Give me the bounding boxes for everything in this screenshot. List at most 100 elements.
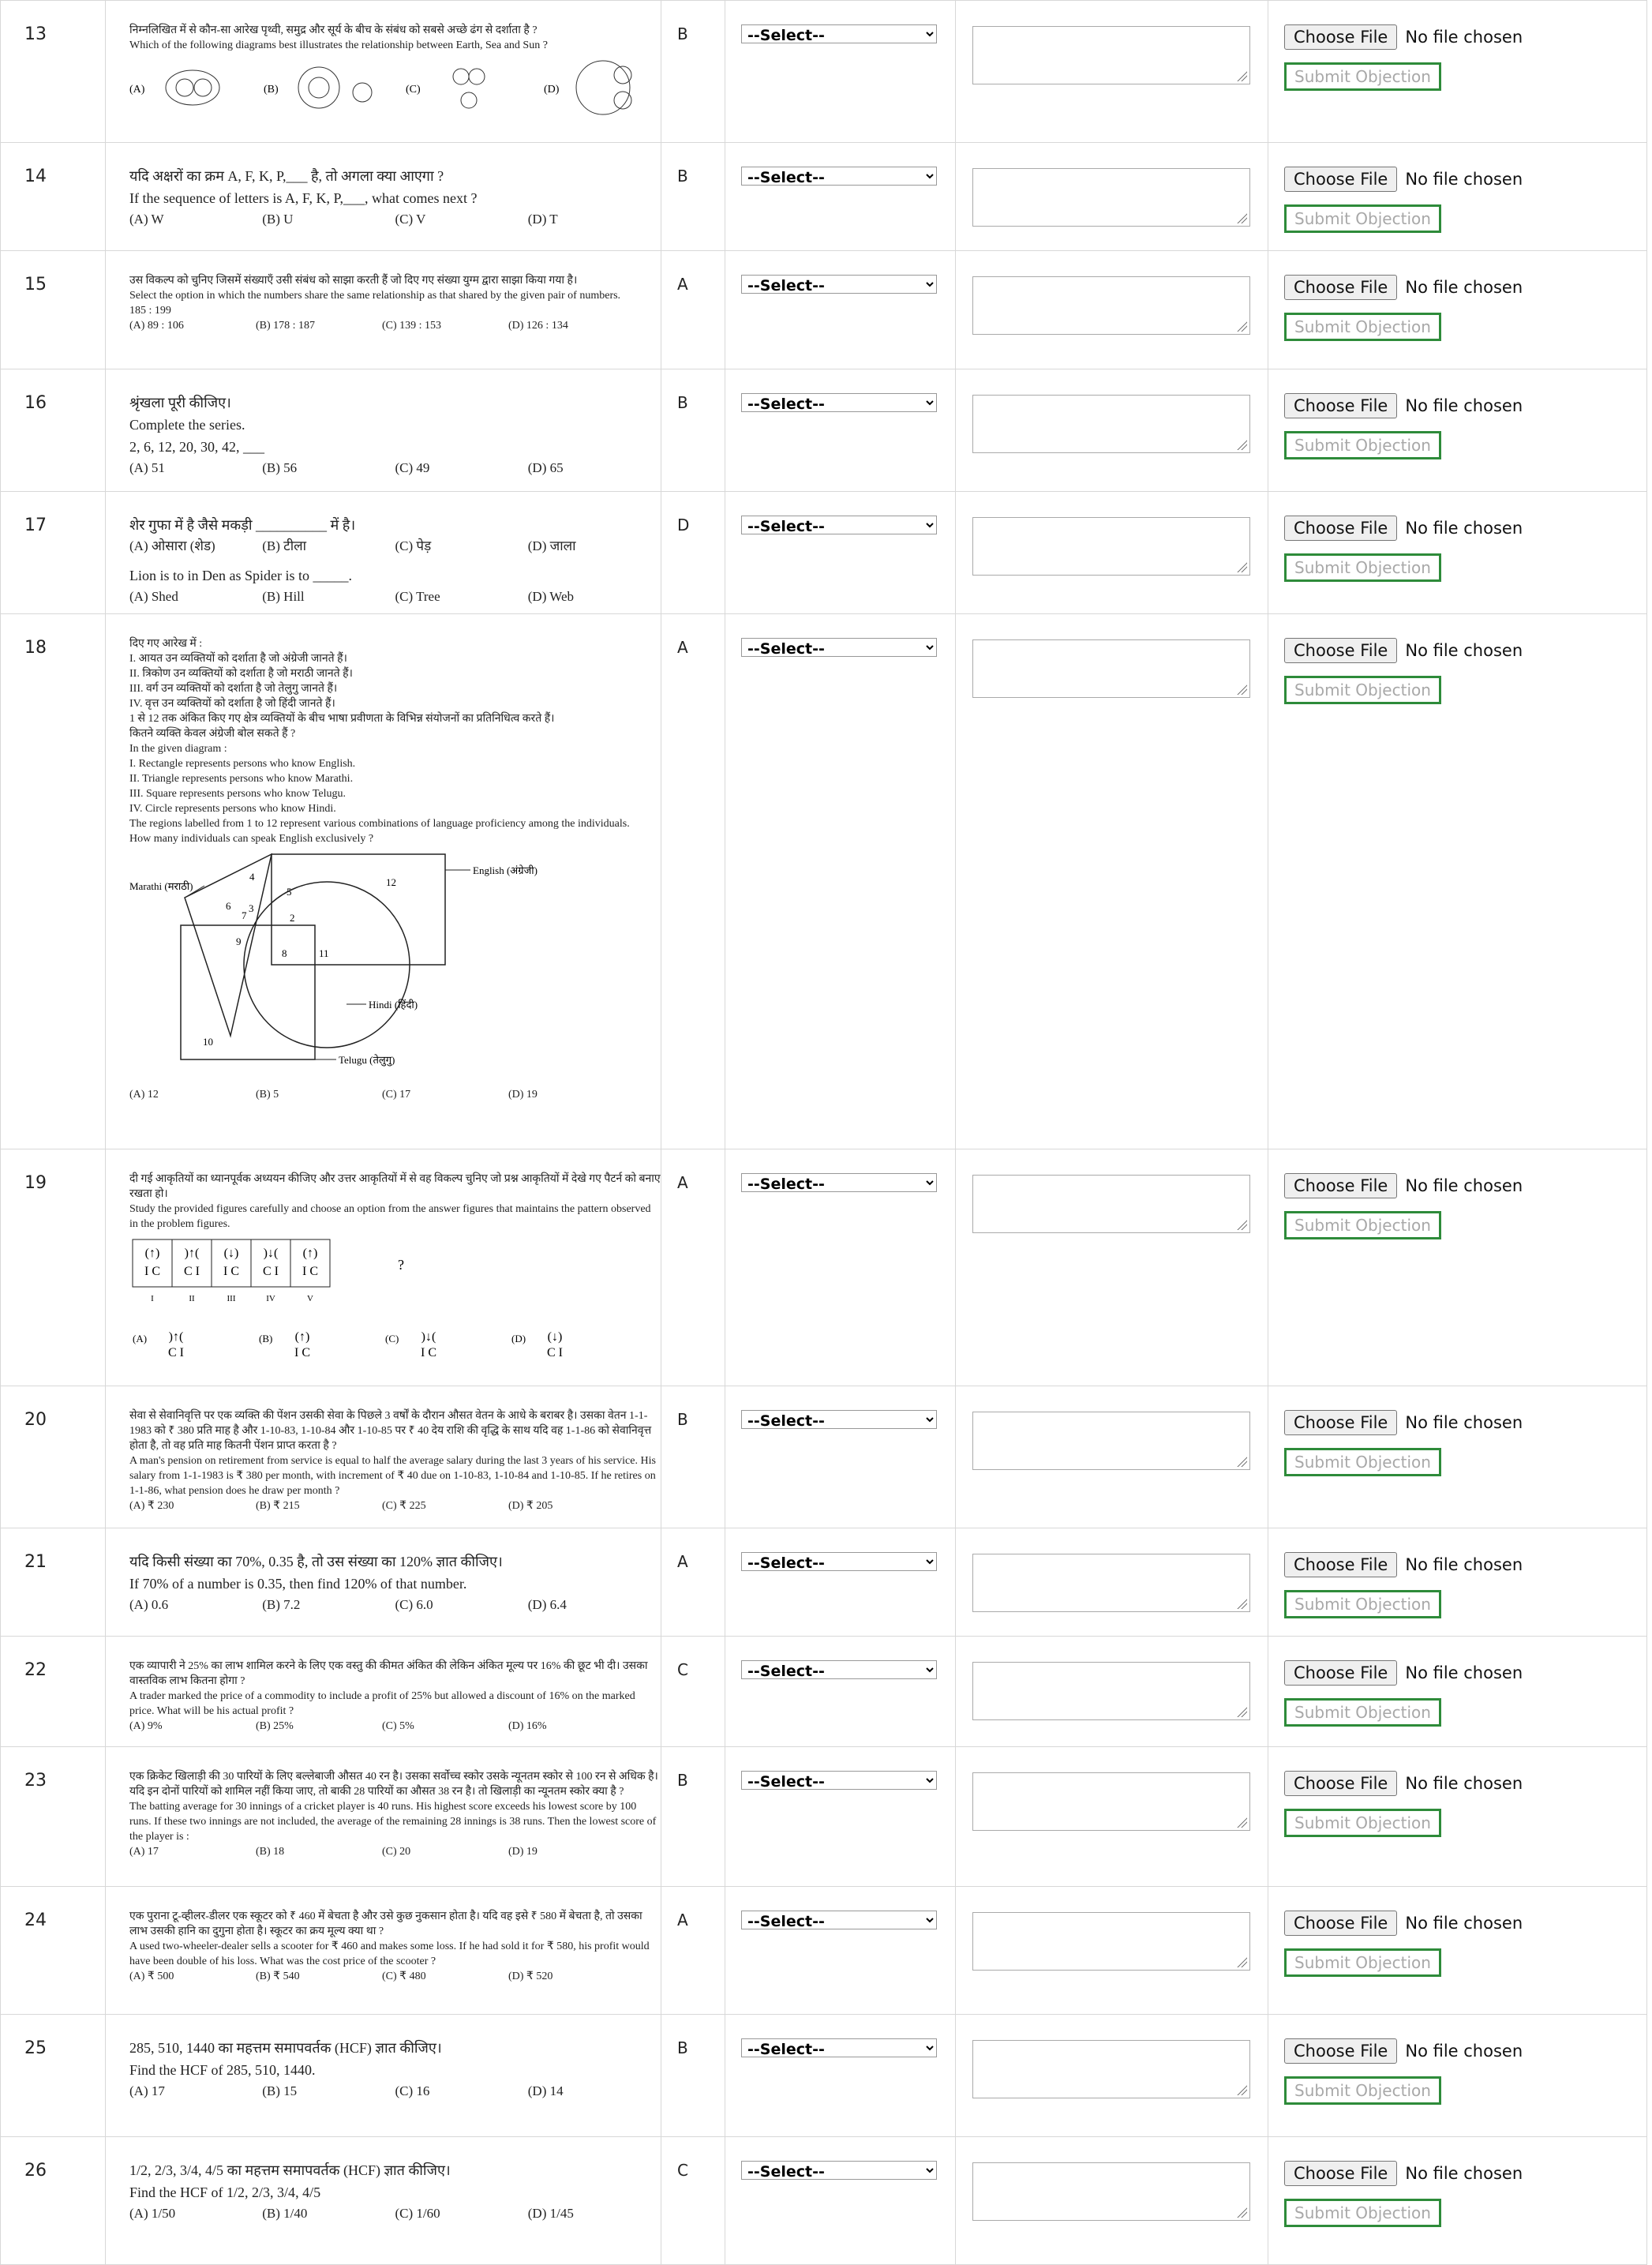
region-label: 8 [282,947,287,959]
option-1: (B) 15 [262,2083,298,2098]
answer-key: A [677,1552,688,1571]
question-english: Find the HCF of 285, 510, 1440. [129,2062,316,2078]
resize-handle-icon[interactable] [1236,321,1247,332]
answer-select-cell: --Select-- [725,1386,956,1528]
remarks-textarea[interactable] [972,2040,1250,2098]
option-3: (D) 14 [527,2083,564,2098]
resize-handle-icon[interactable] [1236,1817,1247,1828]
resize-handle-icon[interactable] [1236,1956,1247,1967]
option-0: (A) ओसारा (शेड) [129,538,215,553]
answer-select[interactable]: --Select-- [741,2038,937,2057]
choose-file-button[interactable]: Choose File [1284,167,1398,192]
resize-handle-icon[interactable] [1236,684,1247,695]
submit-objection-button[interactable]: Submit Objection [1284,2076,1441,2105]
submit-objection-button[interactable]: Submit Objection [1284,2199,1441,2227]
submit-objection-button[interactable]: Submit Objection [1284,1590,1441,1618]
choose-file-button[interactable]: Choose File [1284,1552,1398,1577]
choose-file-button[interactable]: Choose File [1284,24,1398,50]
submit-objection-button[interactable]: Submit Objection [1284,1211,1441,1239]
answer-select[interactable]: --Select-- [741,393,937,412]
resize-handle-icon[interactable] [1236,2207,1247,2218]
option-3: (D) 65 [527,460,564,475]
resize-handle-icon[interactable] [1236,212,1247,223]
choose-file-button[interactable]: Choose File [1284,1410,1398,1435]
answer-select[interactable]: --Select-- [741,1771,937,1790]
resize-handle-icon[interactable] [1236,1456,1247,1467]
choose-file-button[interactable]: Choose File [1284,638,1398,663]
choose-file-button[interactable]: Choose File [1284,275,1398,300]
question-row: 15 उस विकल्प को चुनिए जिसमें संख्याएँ उसी… [0,250,1647,369]
submit-objection-button[interactable]: Submit Objection [1284,553,1441,582]
resize-handle-icon[interactable] [1236,1219,1247,1230]
submit-objection-button[interactable]: Submit Objection [1284,1698,1441,1727]
submit-objection-button[interactable]: Submit Objection [1284,62,1441,91]
submit-objection-button[interactable]: Submit Objection [1284,1448,1441,1476]
resize-handle-icon[interactable] [1236,439,1247,450]
question-number-cell: 26 [0,2136,106,2265]
answer-select[interactable]: --Select-- [741,638,937,657]
remarks-textarea[interactable] [972,1554,1250,1612]
remarks-textarea[interactable] [972,276,1250,335]
remarks-textarea[interactable] [972,1662,1250,1720]
resize-handle-icon[interactable] [1236,2084,1247,2095]
submit-objection-button[interactable]: Submit Objection [1284,431,1441,459]
answer-select[interactable]: --Select-- [741,1552,937,1571]
choose-file-button[interactable]: Choose File [1284,1660,1398,1686]
actions: Choose File No file chosen Submit Objectio… [1268,1747,1646,1837]
figure-top: (↑) [145,1247,160,1260]
remarks-textarea[interactable] [972,2162,1250,2221]
choose-file-button[interactable]: Choose File [1284,393,1398,418]
remarks-textarea[interactable] [972,395,1250,453]
answer-select[interactable]: --Select-- [741,1660,937,1679]
actions-cell: Choose File No file chosen Submit Objectio… [1268,1386,1647,1528]
choose-file-button[interactable]: Choose File [1284,2038,1398,2064]
choose-file-button[interactable]: Choose File [1284,1771,1398,1796]
option-1: (B) U [262,212,294,227]
question-cell: यदि किसी संख्या का 70%, 0.35 है, तो उस स… [105,1528,661,1637]
submit-objection-button[interactable]: Submit Objection [1284,204,1441,233]
submit-objection-button[interactable]: Submit Objection [1284,676,1441,704]
option-list: (A) 1/50 (B) 1/40 (C) 1/60 (D) 1/45 [129,2203,661,2224]
actions-cell: Choose File No file chosen Submit Objectio… [1268,1528,1647,1637]
answer-key: D [677,516,690,534]
answer-select[interactable]: --Select-- [741,2161,937,2180]
choose-file-button[interactable]: Choose File [1284,516,1398,541]
resize-handle-icon[interactable] [1236,561,1247,572]
resize-handle-icon[interactable] [1236,1706,1247,1717]
answer-figure-top: (↑) [295,1330,310,1344]
answer-figure-label: (A) [133,1333,147,1344]
submit-objection-button[interactable]: Submit Objection [1284,1948,1441,1977]
answer-select[interactable]: --Select-- [741,275,937,294]
remarks-textarea[interactable] [972,26,1250,84]
choose-file-button[interactable]: Choose File [1284,1173,1398,1198]
submit-objection-button[interactable]: Submit Objection [1284,1809,1441,1837]
remarks-textarea[interactable] [972,1912,1250,1971]
choose-file-button[interactable]: Choose File [1284,2161,1398,2186]
answer-key: C [677,2161,688,2180]
remarks-cell [955,1636,1268,1747]
submit-objection-button[interactable]: Submit Objection [1284,313,1441,341]
remarks-textarea[interactable] [972,1412,1250,1470]
remarks-textarea[interactable] [972,168,1250,227]
remarks-textarea[interactable] [972,517,1250,576]
question-english: The batting average for 30 innings of a … [129,1801,657,1843]
answer-select[interactable]: --Select-- [741,167,937,186]
remarks-textarea[interactable] [972,1772,1250,1831]
option-list: (A) ₹ 500 (B) ₹ 540 (C) ₹ 480 (D) ₹ 520 [129,1969,661,1984]
resize-handle-icon[interactable] [1236,1598,1247,1609]
figure-bottom: I C [223,1265,239,1278]
answer-select[interactable]: --Select-- [741,1173,937,1192]
marathi-label: Marathi (मराठी) [129,880,193,892]
answer-select[interactable]: --Select-- [741,1911,937,1929]
remarks-textarea[interactable] [972,639,1250,698]
resize-handle-icon[interactable] [1236,70,1247,81]
option-2: (C) 16 [395,2083,430,2098]
question-number: 16 [24,393,47,413]
remarks-textarea[interactable] [972,1175,1250,1233]
answer-select[interactable]: --Select-- [741,516,937,534]
choose-file-button[interactable]: Choose File [1284,1911,1398,1936]
answer-select[interactable]: --Select-- [741,1410,937,1429]
answer-select[interactable]: --Select-- [741,24,937,43]
actions-cell: Choose File No file chosen Submit Objectio… [1268,142,1647,251]
actions: Choose File No file chosen Submit Objectio… [1268,1149,1646,1239]
